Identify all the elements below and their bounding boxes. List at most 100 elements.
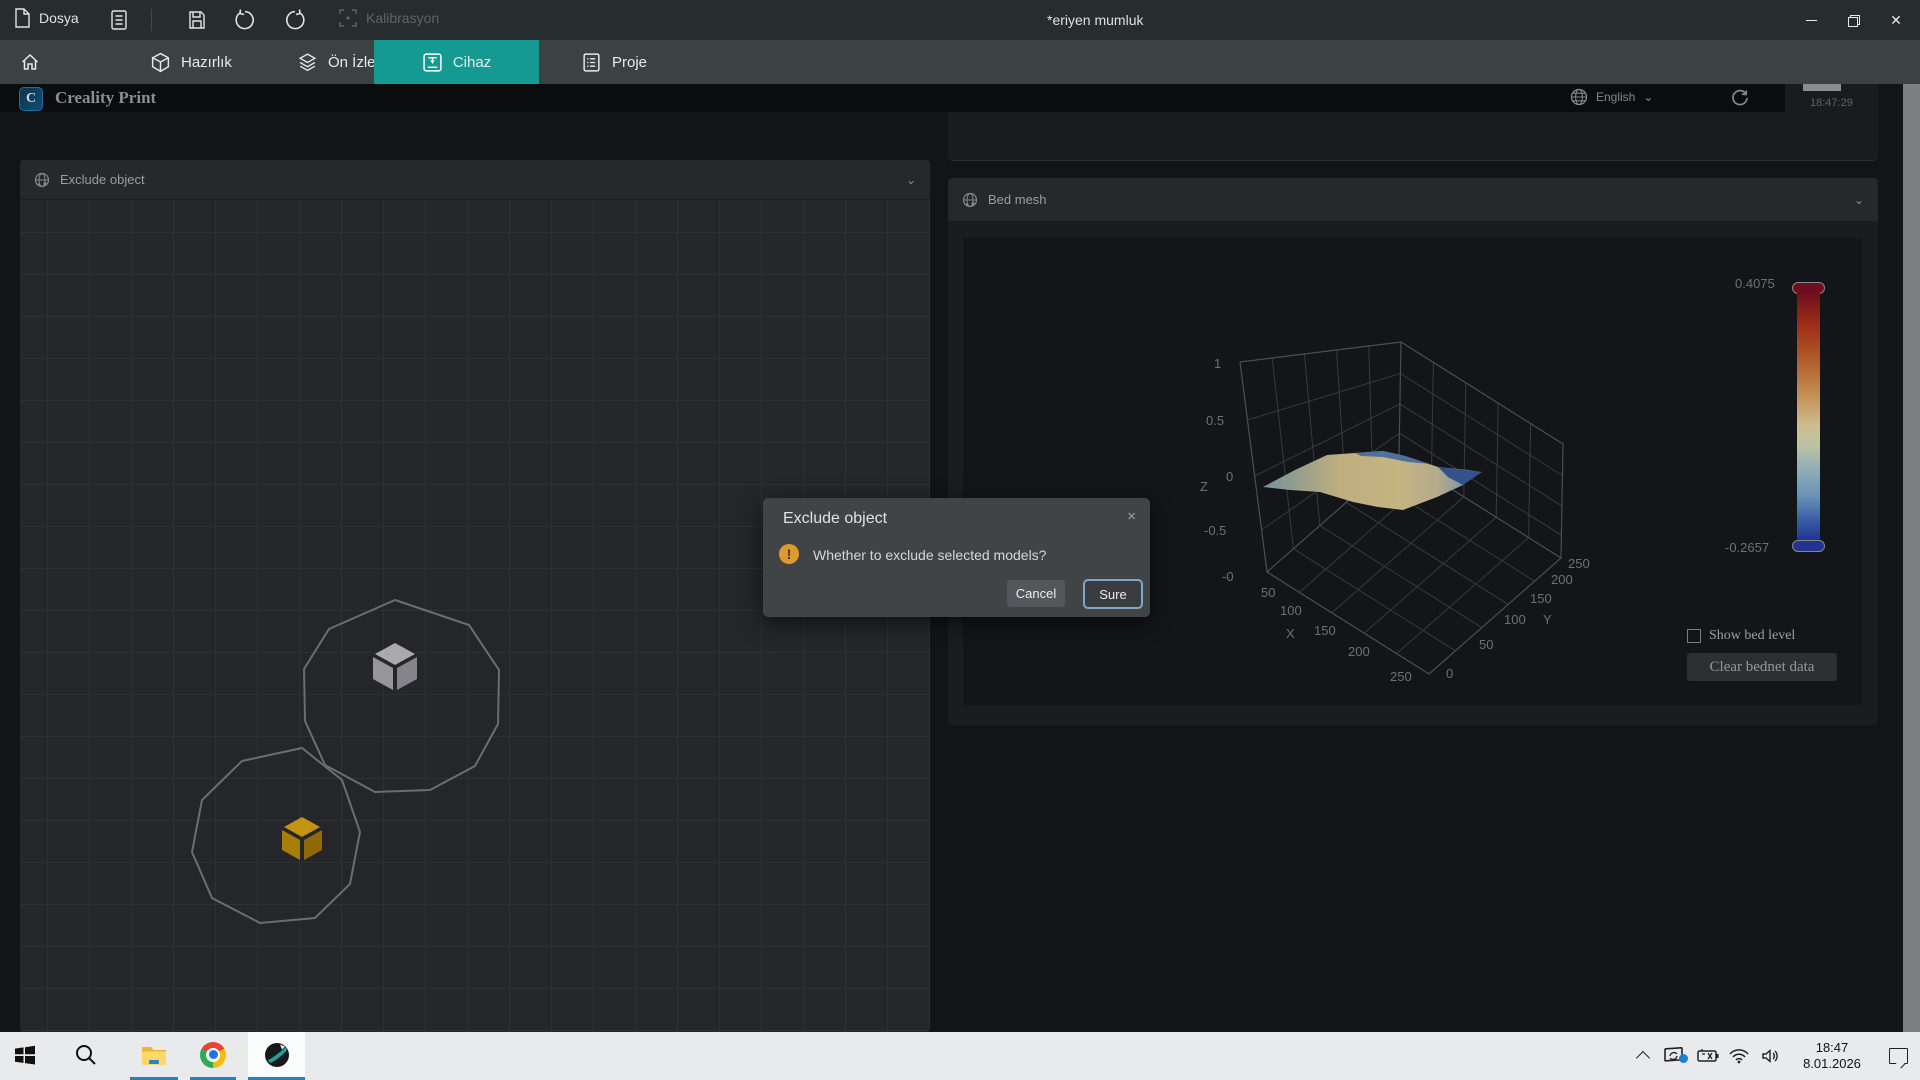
calibration-menu[interactable]: Kalibrasyon <box>338 8 439 28</box>
cancel-button[interactable]: Cancel <box>1007 580 1065 607</box>
close-button[interactable]: ✕ <box>1881 7 1911 33</box>
sure-button[interactable]: Sure <box>1083 579 1143 609</box>
creality-logo: C <box>19 87 43 111</box>
file-menu[interactable]: Dosya <box>14 8 79 28</box>
maximize-button[interactable] <box>1838 7 1868 33</box>
tab-cihaz[interactable]: Cihaz <box>374 40 539 84</box>
warning-icon: ! <box>779 544 799 564</box>
show-bed-level-checkbox[interactable] <box>1687 629 1701 643</box>
search-button[interactable] <box>62 1032 110 1077</box>
taskbar-time: 18:47 <box>1788 1040 1876 1056</box>
cube-icon <box>150 52 171 73</box>
undo-icon[interactable] <box>234 9 256 31</box>
tab-bar: Hazırlık Ön İzleme Cihaz Proje <box>0 40 1920 84</box>
exclude-object-dialog: Exclude object × ! Whether to exclude se… <box>763 498 1150 617</box>
tab-hazirlik-label: Hazırlık <box>181 54 232 71</box>
tray-volume-icon[interactable] <box>1754 1048 1788 1064</box>
chevron-down-icon[interactable]: ⌄ <box>906 173 916 187</box>
colorbar-min: -0.2657 <box>1725 540 1769 555</box>
chrome-button[interactable] <box>190 1032 236 1077</box>
tab-hazirlik[interactable]: Hazırlık <box>150 40 232 84</box>
language-selector[interactable]: English ⌄ <box>1570 88 1653 106</box>
tab-proje[interactable]: Proje <box>581 40 647 84</box>
object-cube-grey[interactable] <box>373 643 417 690</box>
bed-mesh-header[interactable]: Bed mesh ⌄ <box>948 178 1878 222</box>
globe-icon <box>1570 88 1588 106</box>
home-icon <box>20 52 40 72</box>
tray-expand-button[interactable] <box>1628 1049 1658 1063</box>
dialog-close-button[interactable]: × <box>1127 508 1136 525</box>
tray-battery-icon[interactable] <box>1690 1049 1723 1063</box>
search-icon <box>74 1043 98 1067</box>
title-bar: Dosya Kalibrasyon *eriyen mumluk ✕ <box>0 0 1920 40</box>
exclude-object-header[interactable]: Exclude object ⌄ <box>20 160 930 200</box>
system-tray: 18:47 8.01.2026 <box>1628 1032 1920 1080</box>
tab-home[interactable] <box>14 40 46 84</box>
windows-taskbar: 18:47 8.01.2026 <box>0 1032 1920 1080</box>
refresh-icon[interactable] <box>1731 89 1749 107</box>
colorbar-bottom-cap <box>1792 540 1825 552</box>
ytick: 50 <box>1479 637 1493 652</box>
menu-divider <box>151 9 152 31</box>
taskbar-clock[interactable]: 18:47 8.01.2026 <box>1788 1040 1876 1073</box>
ytick: 200 <box>1551 572 1573 587</box>
xtick: 50 <box>1261 585 1275 600</box>
creality-print-button[interactable] <box>248 1032 305 1077</box>
dialog-title: Exclude object <box>783 510 887 528</box>
z-axis-label: Z <box>1200 479 1208 494</box>
ytick: 100 <box>1504 612 1526 627</box>
brand-name: Creality Print <box>55 88 156 108</box>
mesh-icon <box>34 172 50 188</box>
xtick: 200 <box>1348 644 1370 659</box>
notification-dot <box>1679 1054 1688 1063</box>
restore-icon <box>1848 15 1858 25</box>
object-outline-2[interactable] <box>192 748 360 923</box>
ztick: 0.5 <box>1206 413 1224 428</box>
ztick: 1 <box>1214 356 1221 371</box>
windows-logo-icon <box>14 1044 36 1066</box>
minimize-button[interactable] <box>1796 7 1826 33</box>
device-clock: 18:47:29 <box>1810 97 1853 109</box>
ytick: 0 <box>1446 666 1453 681</box>
calibration-label: Kalibrasyon <box>366 10 439 26</box>
creality-app-icon <box>264 1042 290 1068</box>
file-explorer-button[interactable] <box>130 1032 178 1077</box>
action-center-icon <box>1889 1048 1908 1064</box>
mesh-icon <box>962 192 978 208</box>
ytick: 250 <box>1568 556 1590 571</box>
colorbar <box>1797 292 1820 540</box>
ztick: -0 <box>1222 569 1234 584</box>
action-center-button[interactable] <box>1876 1048 1920 1064</box>
sure-label: Sure <box>1099 587 1126 602</box>
surface-patch <box>1263 451 1482 510</box>
ztick: -0.5 <box>1204 523 1226 538</box>
cancel-label: Cancel <box>1016 586 1056 601</box>
project-list-icon <box>581 52 602 73</box>
start-button[interactable] <box>2 1032 48 1077</box>
chevron-down-icon: ⌄ <box>1643 90 1653 104</box>
file-explorer-icon <box>140 1043 168 1067</box>
document-icon <box>14 8 31 28</box>
xtick: 250 <box>1390 669 1412 684</box>
dialog-message: Whether to exclude selected models? <box>813 547 1046 563</box>
xtick: 100 <box>1280 603 1302 618</box>
taskbar-date: 8.01.2026 <box>1788 1056 1876 1072</box>
clear-bednet-data-button[interactable]: Clear bednet data <box>1687 653 1837 681</box>
bed-mesh-plot[interactable]: 1 0.5 0 Z -0.5 -0 50 100 X 150 200 250 0… <box>963 238 1862 705</box>
object-cube-selected[interactable] <box>282 817 322 860</box>
chevron-up-icon <box>1636 1051 1650 1065</box>
tab-cihaz-label: Cihaz <box>453 54 491 71</box>
window-scrollbar[interactable] <box>1903 84 1920 1032</box>
colorbar-max: 0.4075 <box>1735 276 1775 291</box>
redo-icon[interactable] <box>284 9 306 31</box>
chevron-down-icon[interactable]: ⌄ <box>1854 193 1864 207</box>
notes-icon[interactable] <box>110 10 128 30</box>
tray-wifi-icon[interactable] <box>1723 1048 1754 1064</box>
save-icon[interactable] <box>188 10 206 30</box>
language-label: English <box>1596 90 1635 104</box>
object-outline-1[interactable] <box>304 600 499 792</box>
document-title: *eriyen mumluk <box>1047 12 1143 28</box>
show-bed-level-control: Show bed level <box>1687 628 1795 644</box>
tray-display-icon[interactable] <box>1658 1047 1690 1065</box>
show-bed-level-label: Show bed level <box>1709 628 1795 644</box>
